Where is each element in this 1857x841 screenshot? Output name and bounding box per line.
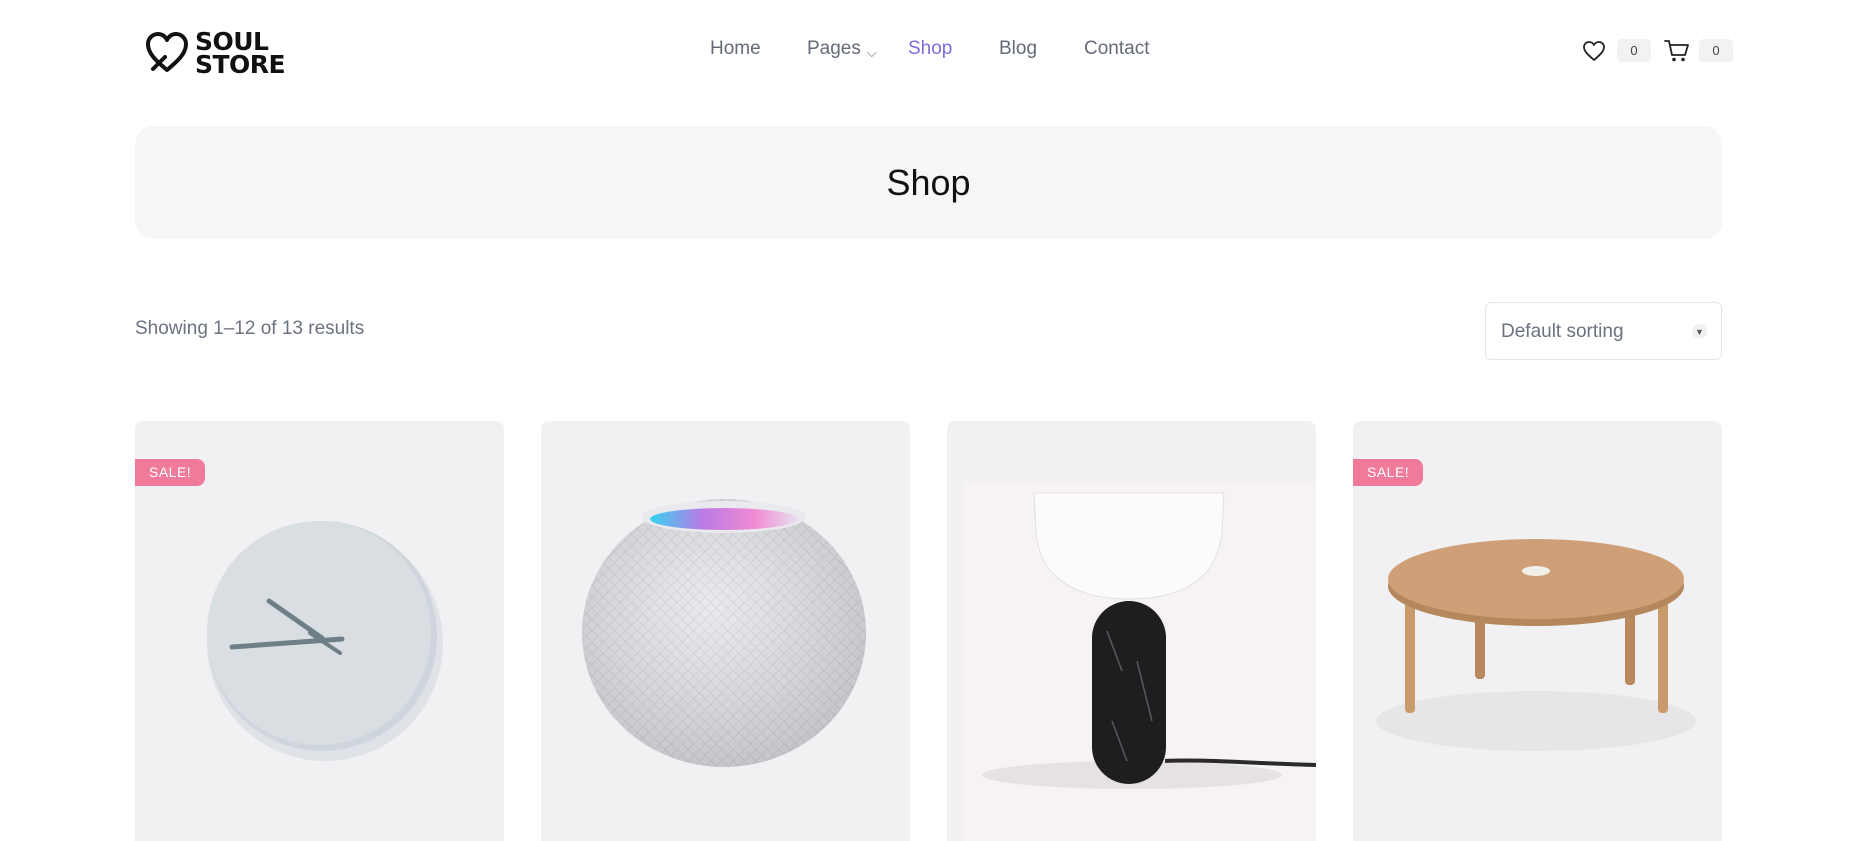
nav-pages-label: Pages (807, 38, 861, 59)
product-card[interactable]: SALE! (135, 421, 504, 841)
sort-select-value: Default sorting (1501, 321, 1624, 342)
sale-badge: SALE! (1353, 459, 1424, 486)
nav-shop[interactable]: Shop (908, 38, 952, 60)
wishlist-count: 0 (1617, 39, 1651, 62)
cart-count: 0 (1699, 39, 1733, 62)
page-title: Shop (886, 161, 971, 203)
product-image-smart-speaker (582, 499, 866, 767)
nav-contact[interactable]: Contact (1084, 38, 1149, 60)
product-card[interactable] (541, 421, 910, 841)
caret-down-icon: ▼ (1692, 324, 1707, 339)
product-image-table-lamp (963, 483, 1316, 841)
result-count: Showing 1–12 of 13 results (135, 318, 365, 339)
product-card[interactable] (947, 421, 1316, 841)
page-title-banner: Shop (135, 126, 1722, 239)
cart-icon[interactable] (1664, 39, 1690, 63)
nav-home[interactable]: Home (710, 38, 761, 60)
main-nav: Home Pages ⌵ Shop Blog Contact (0, 38, 1857, 62)
heart-icon[interactable] (1582, 40, 1606, 62)
chevron-down-icon: ⌵ (866, 45, 877, 60)
sort-select[interactable]: Default sorting ▼ (1485, 302, 1722, 360)
sale-badge: SALE! (135, 459, 206, 486)
nav-blog[interactable]: Blog (999, 38, 1037, 60)
product-card[interactable]: SALE! (1353, 421, 1722, 841)
nav-pages[interactable]: Pages ⌵ (807, 38, 877, 60)
